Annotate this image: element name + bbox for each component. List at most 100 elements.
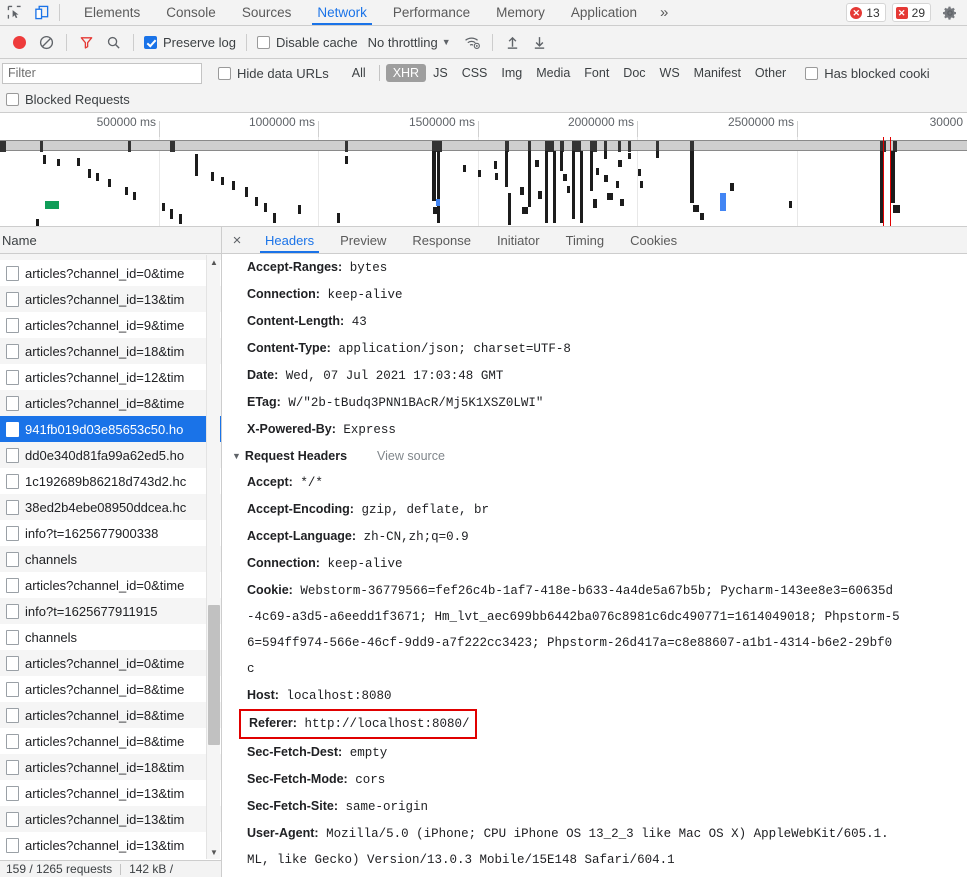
table-row[interactable]: 38ed2b4ebe08950ddcea.hc [0,494,221,520]
table-row[interactable]: articles?channel_id=0&time [0,650,221,676]
preserve-log-label: Preserve log [163,34,236,50]
scroll-up-arrow[interactable]: ▲ [207,255,221,269]
tab-performance[interactable]: Performance [380,0,483,25]
filter-type-font[interactable]: Font [577,64,616,82]
throttling-dropdown[interactable]: No throttling ▼ [368,35,451,50]
ruler-tick: 500000 ms [96,115,156,129]
inspect-cursor-icon[interactable] [0,0,28,25]
close-icon[interactable]: × [222,227,252,253]
tab-headers[interactable]: Headers [252,227,327,253]
request-rows[interactable]: articles?channel_id=0&time articles?chan… [0,254,221,860]
filter-type-ws[interactable]: WS [653,64,687,82]
header-row: Accept-Ranges: bytes [222,254,967,281]
table-row[interactable]: articles?channel_id=13&tim [0,286,221,312]
filter-bar: Hide data URLs All XHR JS CSS Img Media … [0,59,967,87]
preserve-log-checkbox[interactable]: Preserve log [144,35,236,50]
tab-preview[interactable]: Preview [327,227,399,253]
import-har-icon[interactable] [499,29,526,56]
checkbox-box [256,35,270,49]
table-row[interactable]: articles?channel_id=13&tim [0,806,221,832]
tab-console[interactable]: Console [153,0,229,25]
has-blocked-cookies-checkbox[interactable]: Has blocked cooki [805,66,930,81]
header-key: User-Agent: [247,826,319,840]
scroll-down-arrow[interactable]: ▼ [207,845,221,859]
device-toolbar-icon[interactable] [28,0,56,25]
filter-type-manifest[interactable]: Manifest [687,64,748,82]
network-conditions-icon[interactable] [459,29,486,56]
search-icon[interactable] [100,29,127,56]
filter-type-all[interactable]: All [345,64,373,82]
table-row[interactable]: 1c192689b86218d743d2.hc [0,468,221,494]
table-row[interactable]: articles?channel_id=0&time [0,572,221,598]
headers-content[interactable]: Accept-Ranges: bytes Connection: keep-al… [222,254,967,877]
view-source-link[interactable]: View source [377,443,445,469]
chevron-down-icon: ▼ [441,37,451,47]
request-list-scrollbar[interactable]: ▲ ▼ [206,255,220,859]
filter-funnel-icon[interactable] [73,29,100,56]
filter-type-other[interactable]: Other [748,64,793,82]
warning-count-label: 29 [911,5,925,20]
network-overview[interactable]: 500000 ms 1000000 ms 1500000 ms 2000000 … [0,113,967,227]
warning-count-badge[interactable]: ✕ 29 [891,3,931,22]
error-count-badge[interactable]: ✕ 13 [846,3,886,22]
filter-type-media[interactable]: Media [529,64,577,82]
filter-type-css[interactable]: CSS [455,64,495,82]
tab-response[interactable]: Response [399,227,484,253]
export-har-icon[interactable] [526,29,553,56]
scrollbar-thumb[interactable] [208,605,220,745]
cookie-value-line3: 6=594ff974-566e-46cf-9dd9-a7f222cc3423; … [247,636,893,650]
table-row[interactable]: info?t=1625677900338 [0,520,221,546]
tab-sources[interactable]: Sources [229,0,305,25]
table-row[interactable]: info?t=1625677911915 [0,598,221,624]
table-row[interactable]: articles?channel_id=8&time [0,728,221,754]
table-row[interactable]: articles?channel_id=18&tim [0,754,221,780]
header-row: Date: Wed, 07 Jul 2021 17:03:48 GMT [222,362,967,389]
clear-icon[interactable] [33,29,60,56]
request-name: info?t=1625677900338 [25,525,159,541]
table-row-selected[interactable]: 941fb019d03e85653c50.ho [0,416,221,442]
table-row[interactable]: articles?channel_id=12&tim [0,364,221,390]
header-row: Connection: keep-alive [222,281,967,308]
gear-icon[interactable] [937,5,963,21]
filter-input[interactable] [2,62,202,84]
tab-memory[interactable]: Memory [483,0,558,25]
table-row[interactable]: articles?channel_id=0&time [0,260,221,286]
request-name: articles?channel_id=13&tim [25,291,185,307]
document-icon [6,655,19,671]
request-list-header[interactable]: Name [0,227,221,254]
hide-data-urls-checkbox[interactable]: Hide data URLs [218,66,329,81]
table-row[interactable]: articles?channel_id=8&time [0,702,221,728]
request-headers-section[interactable]: ▼ Request Headers View source [222,443,967,469]
filter-type-doc[interactable]: Doc [616,64,652,82]
header-value: bytes [349,261,388,275]
disable-cache-checkbox[interactable]: Disable cache [256,35,358,50]
request-name: articles?channel_id=13&tim [25,785,185,801]
column-header-name: Name [2,232,37,248]
header-row: ETag: W/"2b-tBudq3PNN1BAcR/Mj5K1XSZ0LWI" [222,389,967,416]
table-row[interactable]: articles?channel_id=13&tim [0,832,221,858]
header-value: keep-alive [327,557,403,571]
table-row[interactable]: articles?channel_id=9&time [0,312,221,338]
table-row[interactable]: articles?channel_id=18&tim [0,338,221,364]
more-tabs-icon[interactable]: » [650,0,678,25]
table-row[interactable]: articles?channel_id=13&tim [0,780,221,806]
tab-timing[interactable]: Timing [553,227,618,253]
filter-type-js[interactable]: JS [426,64,455,82]
checkbox-box [805,66,819,80]
tab-application[interactable]: Application [558,0,650,25]
cookie-value-line4: c [247,662,255,676]
throttling-value: No throttling [367,34,438,50]
table-row[interactable]: channels [0,546,221,572]
table-row[interactable]: articles?channel_id=8&time [0,676,221,702]
filter-type-xhr[interactable]: XHR [385,64,427,82]
filter-type-img[interactable]: Img [494,64,529,82]
tab-elements[interactable]: Elements [71,0,153,25]
tab-initiator[interactable]: Initiator [484,227,553,253]
tab-network[interactable]: Network [304,0,380,25]
tab-cookies[interactable]: Cookies [617,227,690,253]
table-row[interactable]: channels [0,624,221,650]
table-row[interactable]: dd0e340d81fa99a62ed5.ho [0,442,221,468]
table-row[interactable]: articles?channel_id=8&time [0,390,221,416]
blocked-requests-checkbox[interactable]: Blocked Requests [6,92,130,107]
record-icon[interactable] [6,29,33,56]
